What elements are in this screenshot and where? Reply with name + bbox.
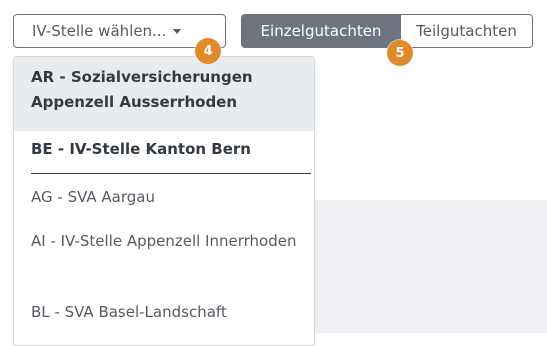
gutachten-type-toggle: Einzelgutachten Teilgutachten [241,14,533,48]
caret-down-icon [173,29,182,34]
dropdown-item-ai[interactable]: AI - IV-Stelle Appenzell Innerrhoden [14,228,314,284]
dropdown-item-be[interactable]: BE - IV-Stelle Kanton Bern [14,137,314,167]
dropdown-divider [31,173,311,174]
content-panel-background [300,200,547,333]
dropdown-item-ar[interactable]: AR - Sozialversicherungen Appenzell Auss… [14,57,314,131]
callout-badge-4: 4 [195,38,221,64]
dropdown-item-bl[interactable]: BL - SVA Basel-Landschaft [14,300,314,330]
callout-badge-5: 5 [387,40,413,66]
dropdown-item-ag[interactable]: AG - SVA Aargau [14,185,314,215]
iv-stelle-dropdown-toggle[interactable]: IV-Stelle wählen... [13,14,226,48]
iv-stelle-dropdown-label: IV-Stelle wählen... [32,22,167,40]
einzelgutachten-button[interactable]: Einzelgutachten [241,14,401,48]
teilgutachten-button[interactable]: Teilgutachten [401,14,533,48]
iv-stelle-dropdown-menu: AR - Sozialversicherungen Appenzell Auss… [13,56,315,346]
